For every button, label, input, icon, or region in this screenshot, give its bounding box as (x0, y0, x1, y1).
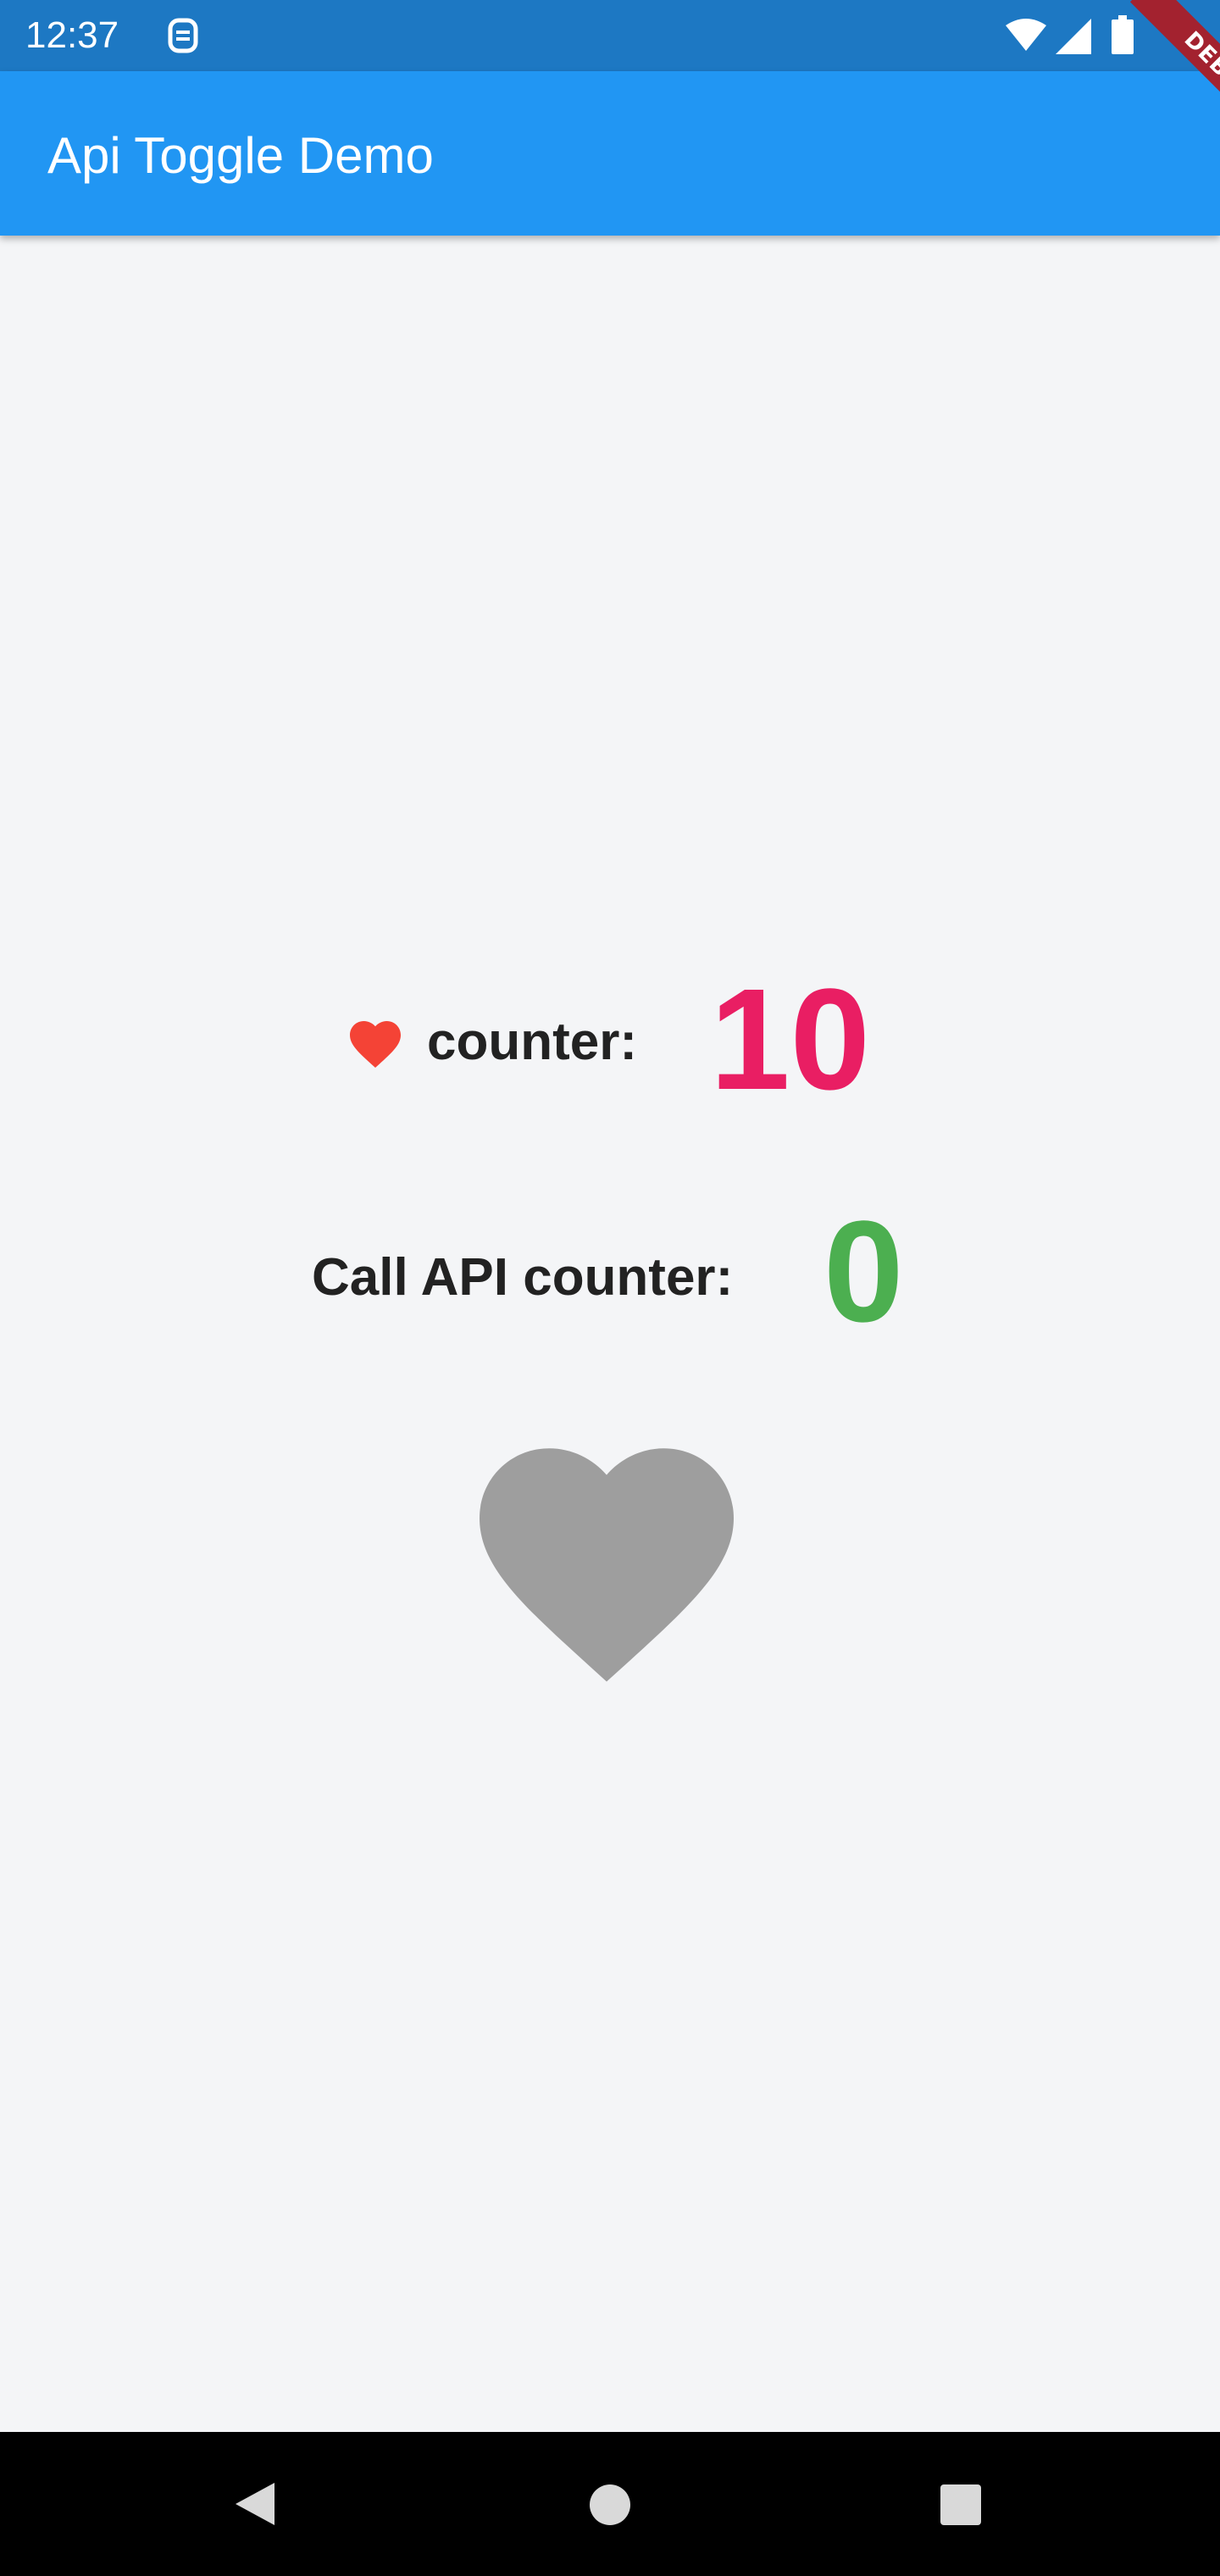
status-bar: 12:37 (0, 0, 1220, 71)
app-title: Api Toggle Demo (47, 127, 434, 184)
main-content: counter: 10 Call API counter: 0 (0, 236, 1220, 2432)
signal-icon (1056, 19, 1091, 54)
heart-icon (480, 1448, 734, 1682)
heart-counter-label: counter: (427, 1013, 637, 1071)
battery-icon (1112, 15, 1134, 54)
heart-counter-value: 10 (710, 959, 871, 1120)
app-bar: Api Toggle Demo (0, 71, 1220, 236)
status-time: 12:37 (25, 14, 119, 56)
home-icon[interactable] (588, 2483, 632, 2527)
heart-toggle-button[interactable] (480, 1447, 734, 1685)
notification-icon (168, 18, 198, 53)
api-counter-value: 0 (824, 1191, 904, 1352)
api-counter-label: Call API counter: (312, 1248, 734, 1307)
api-counter-row: Call API counter: 0 (0, 1191, 1220, 1352)
heart-icon (350, 1021, 401, 1069)
navigation-bar (0, 2432, 1220, 2576)
app-screen: 12:37 Api Toggle Demo DEBUG counter: 10 … (0, 0, 1220, 2576)
wifi-icon (1006, 19, 1046, 51)
recents-icon[interactable] (939, 2483, 983, 2527)
back-icon[interactable] (230, 2479, 280, 2529)
heart-counter-row: counter: 10 (0, 964, 1220, 1112)
